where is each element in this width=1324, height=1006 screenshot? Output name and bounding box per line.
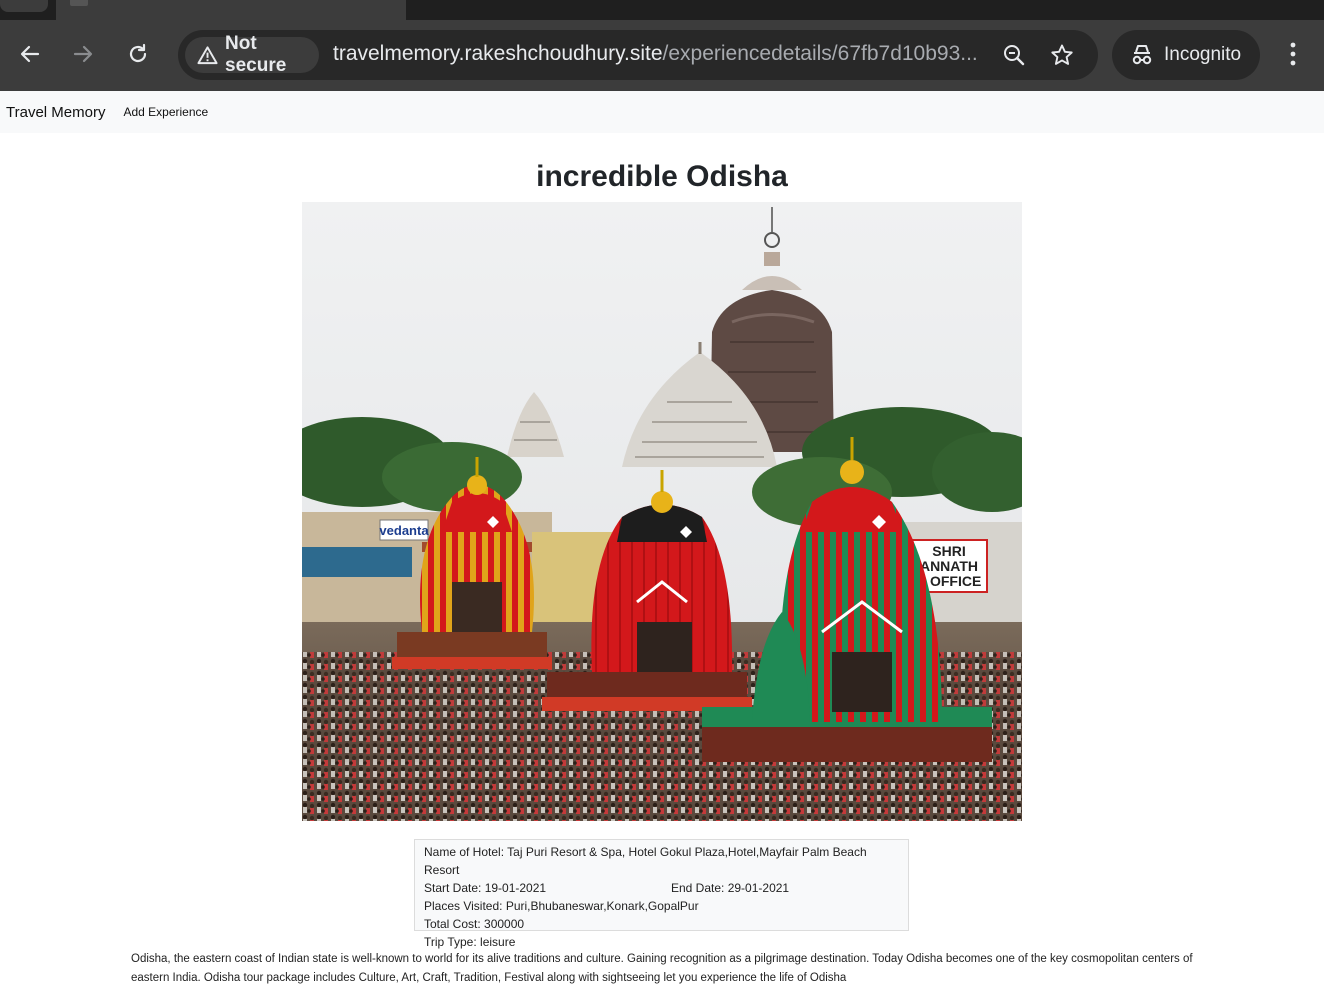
incognito-icon: [1132, 45, 1152, 65]
dates-row: Start Date: 19-01-2021 End Date: 29-01-2…: [424, 879, 899, 897]
temple-chariots-illustration: vedanta SHRI ANNATH E OFFICE: [302, 202, 1022, 821]
nav-link-add-experience[interactable]: Add Experience: [123, 105, 208, 119]
security-chip[interactable]: Not secure: [185, 33, 319, 76]
zoom-button[interactable]: [1001, 42, 1027, 68]
forward-button[interactable]: [63, 34, 103, 74]
tab-search-button[interactable]: [0, 0, 48, 12]
start-date: Start Date: 19-01-2021: [424, 881, 547, 895]
trip-type: Trip Type: leisure: [424, 935, 516, 949]
active-tab[interactable]: [56, 0, 406, 20]
hotel-name: Name of Hotel: Taj Puri Resort & Spa, Ho…: [424, 845, 867, 877]
arrow-left-icon: [20, 45, 40, 63]
tab-favicon-icon: [70, 0, 88, 6]
left-shop-sign: vedanta: [379, 523, 429, 538]
url-domain: travelmemory.rakeshchoudhury.site: [333, 42, 663, 65]
browser-menu-button[interactable]: [1278, 34, 1308, 74]
end-date: End Date: 29-01-2021: [671, 881, 790, 895]
places-visited: Places Visited: Puri,Bhubaneswar,Konark,…: [424, 899, 699, 913]
right-sign-line-2: ANNATH: [920, 558, 978, 574]
experience-description: Odisha, the eastern coast of Indian stat…: [131, 953, 1193, 984]
url-text[interactable]: travelmemory.rakeshchoudhury.site/experi…: [333, 42, 983, 66]
bookmark-button[interactable]: [1049, 42, 1075, 68]
zoom-icon: [1004, 45, 1025, 66]
tab-strip: [0, 0, 1324, 20]
incognito-label: Incognito: [1164, 44, 1242, 65]
browser-toolbar: Not secure travelmemory.rakeshchoudhury.…: [0, 20, 1324, 91]
url-path: /experiencedetails/67fb7d10b93...: [662, 42, 978, 65]
total-cost: Total Cost: 300000: [424, 917, 525, 931]
reload-icon: [129, 43, 147, 63]
experience-photo: vedanta SHRI ANNATH E OFFICE: [302, 202, 1022, 821]
address-bar[interactable]: Not secure travelmemory.rakeshchoudhury.…: [178, 30, 1098, 80]
right-sign-line-1: SHRI: [932, 543, 965, 559]
kebab-menu-icon: [1290, 42, 1296, 66]
experience-title: incredible Odisha: [536, 160, 788, 193]
site-navbar: Travel Memory Add Experience: [0, 91, 1324, 133]
star-icon: [1051, 44, 1073, 65]
navbar-brand[interactable]: Travel Memory: [6, 104, 105, 121]
incognito-chip[interactable]: Incognito: [1112, 30, 1260, 80]
back-button[interactable]: [10, 34, 50, 74]
reload-button[interactable]: [118, 34, 158, 74]
warning-triangle-icon: [197, 46, 218, 65]
experience-details-card: Name of Hotel: Taj Puri Resort & Spa, Ho…: [414, 839, 909, 949]
arrow-right-icon: [73, 45, 93, 63]
security-label: Not secure: [225, 33, 287, 76]
